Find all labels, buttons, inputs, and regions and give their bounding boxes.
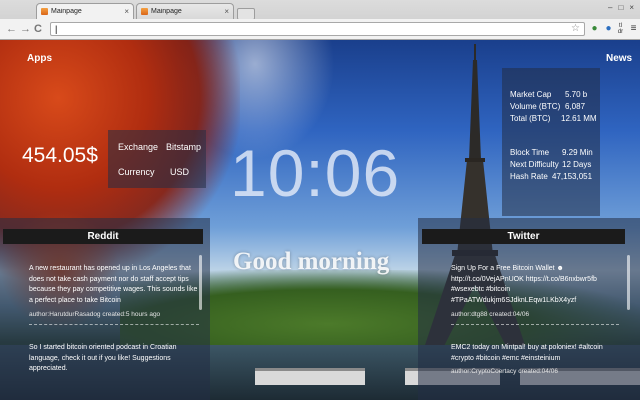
- exchange-label: Exchange: [118, 142, 159, 152]
- twitter-scrollbar[interactable]: [627, 255, 630, 310]
- close-window-icon[interactable]: ×: [629, 3, 634, 12]
- tab-title: Mainpage: [51, 8, 82, 15]
- apps-link[interactable]: Apps: [27, 53, 52, 64]
- stat-label: Market Cap: [510, 90, 552, 99]
- stat-label: Hash Rate: [510, 172, 548, 181]
- toolbar: ← → C | ☆ ● ● tl dr ≡: [0, 19, 640, 40]
- maximize-icon[interactable]: □: [618, 3, 623, 12]
- stat-label: Total (BTC): [510, 114, 551, 123]
- divider: [451, 324, 619, 325]
- address-bar[interactable]: | ☆: [50, 22, 585, 36]
- reddit-post-meta: author:HarutdurRasadog created:5 hours a…: [29, 311, 161, 318]
- currency-value[interactable]: USD: [170, 167, 189, 177]
- minimize-icon[interactable]: –: [608, 3, 612, 12]
- extension-green-icon[interactable]: ●: [588, 22, 601, 36]
- stat-value: 12 Days: [562, 160, 592, 169]
- extension-tldr-icon[interactable]: tl dr: [614, 23, 627, 37]
- tweet-meta: author:CryptoCoertacy created:04/06: [451, 368, 558, 375]
- reload-icon[interactable]: C: [34, 22, 42, 36]
- tab-strip: Mainpage × Mainpage × – □ ×: [0, 0, 640, 20]
- favicon-icon: [41, 8, 48, 15]
- reddit-title: Reddit: [3, 229, 203, 244]
- tab-close-icon[interactable]: ×: [124, 7, 129, 16]
- reddit-post[interactable]: So I started bitcoin oriented podcast in…: [29, 343, 199, 375]
- tldr-bottom: dr: [617, 29, 624, 35]
- bookmark-star-icon[interactable]: ☆: [571, 23, 580, 35]
- twitter-title: Twitter: [422, 229, 625, 244]
- divider: [29, 324, 199, 325]
- stat-value: 6,087: [565, 102, 586, 111]
- currency-label: Currency: [118, 167, 155, 177]
- boat-image: [255, 368, 365, 385]
- stat-label: Next Difficulty: [510, 160, 559, 169]
- back-icon[interactable]: ←: [6, 22, 17, 36]
- tab-mainpage[interactable]: Mainpage ×: [136, 3, 234, 19]
- exchange-panel: [108, 130, 206, 188]
- tweet[interactable]: Sign Up For a Free Bitcoin Wallet ☻ http…: [451, 264, 619, 306]
- menu-icon[interactable]: ≡: [627, 22, 640, 36]
- stat-value: 47,153,051: [552, 172, 593, 181]
- news-link[interactable]: News: [606, 53, 632, 64]
- exchange-value[interactable]: Bitstamp: [166, 142, 201, 152]
- new-tab-page: Apps News 454.05$ Exchange Bitstamp Curr…: [0, 40, 640, 400]
- browser-chrome: Mainpage × Mainpage × – □ × ← → C | ☆ ● …: [0, 0, 640, 40]
- greeting: Good morning: [233, 248, 390, 275]
- stat-value: 9.29 Min: [562, 148, 593, 157]
- stat-value: 12.61 MM: [561, 114, 597, 123]
- forward-icon[interactable]: →: [20, 22, 31, 36]
- stat-label: Volume (BTC): [510, 102, 561, 111]
- reddit-post[interactable]: A new restaurant has opened up in Los An…: [29, 264, 199, 306]
- favicon-icon: [141, 8, 148, 15]
- stat-label: Block Time: [510, 148, 550, 157]
- stat-value: 5.70 b: [565, 90, 588, 99]
- tab-close-icon[interactable]: ×: [224, 7, 229, 16]
- tab-title: Mainpage: [151, 8, 182, 15]
- btc-price: 454.05$: [22, 144, 98, 167]
- tweet[interactable]: EMC2 today on Mintpal! buy at poloniex! …: [451, 343, 619, 364]
- window-controls: – □ ×: [608, 3, 634, 12]
- reddit-scrollbar[interactable]: [199, 255, 202, 310]
- tab-mainpage-active[interactable]: Mainpage ×: [36, 3, 134, 19]
- clock: 10:06: [230, 136, 401, 210]
- tweet-meta: author:dtg88 created:04/06: [451, 311, 530, 318]
- address-text: |: [55, 24, 58, 34]
